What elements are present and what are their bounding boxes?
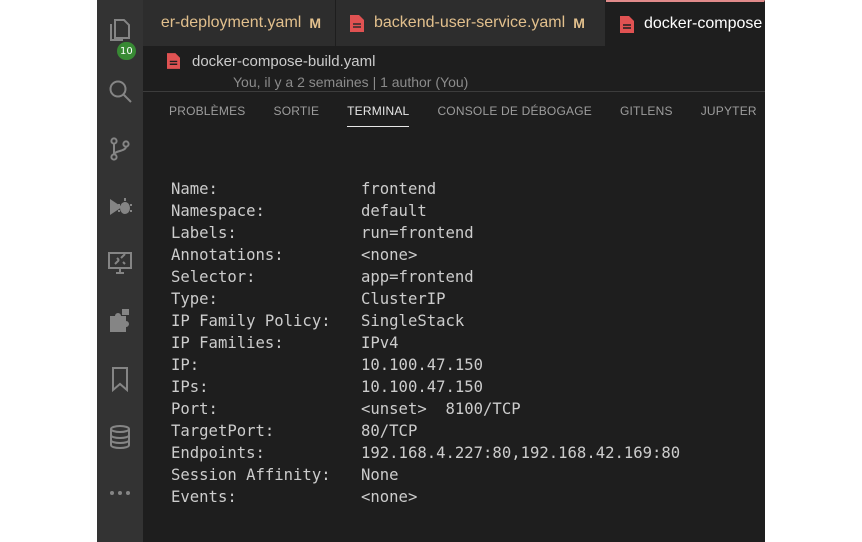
field-value: <none>: [361, 246, 418, 264]
terminal-line: IP Family Policy: SingleStack: [171, 310, 680, 332]
tab-jupyter[interactable]: JUPYTER: [701, 92, 757, 130]
tab-debug-console[interactable]: CONSOLE DE DÉBOGAGE: [437, 92, 592, 130]
field-key: Selector:: [171, 268, 256, 286]
yaml-file-icon: [167, 53, 180, 69]
field-key: TargetPort:: [171, 422, 275, 440]
bottom-panel: PROBLÈMES SORTIE TERMINAL CONSOLE DE DÉB…: [143, 91, 765, 542]
field-value: 10.100.47.150: [361, 356, 484, 374]
field-value: app=frontend: [361, 268, 474, 286]
bookmarks-button[interactable]: [97, 357, 143, 401]
field-value: 80/TCP: [361, 422, 418, 440]
terminal-line: Namespace: default: [171, 200, 680, 222]
field-key: IP:: [171, 356, 200, 374]
run-debug-icon: [110, 198, 132, 215]
search-button[interactable]: [97, 69, 143, 113]
tab-label: backend-user-service.yaml: [374, 14, 566, 31]
explorer-button[interactable]: 10: [97, 8, 143, 60]
editor-tabs-bar: er-deployment.yaml M backend-user-servic…: [143, 0, 765, 46]
field-key: Type:: [171, 290, 218, 308]
editor-tab-backend-user-service[interactable]: backend-user-service.yaml M: [336, 0, 606, 46]
editor-tab-deployment[interactable]: er-deployment.yaml M: [143, 0, 336, 46]
tab-terminal[interactable]: TERMINAL: [347, 92, 410, 130]
tab-label: er-deployment.yaml: [160, 14, 302, 31]
source-control-button[interactable]: [97, 127, 143, 171]
field-value: frontend: [361, 180, 437, 198]
field-key: Annotations:: [171, 246, 284, 264]
source-control-icon: [110, 137, 130, 161]
tab-problems[interactable]: PROBLÈMES: [169, 92, 246, 130]
terminal-line: Selector: app=frontend: [171, 266, 680, 288]
field-key: Endpoints:: [171, 444, 265, 462]
database-icon: [110, 425, 130, 449]
field-value: default: [361, 202, 427, 220]
terminal-line: Port: <unset> 8100/TCP: [171, 398, 680, 420]
field-key: Port:: [171, 400, 218, 418]
activity-bar: 10: [97, 0, 143, 542]
extensions-button[interactable]: [97, 298, 143, 342]
terminal-line: IP: 10.100.47.150: [171, 354, 680, 376]
yaml-file-icon: [620, 15, 634, 33]
terminal-line: Session Affinity: None: [171, 464, 680, 486]
terminal-line: Name: frontend: [171, 178, 680, 200]
terminal-line: Events: <none>: [171, 486, 680, 508]
field-value: None: [361, 466, 399, 484]
field-value: 10.100.47.150: [361, 378, 484, 396]
field-key: Name:: [171, 180, 218, 198]
field-value: run=frontend: [361, 224, 474, 242]
field-value: <none>: [361, 488, 418, 506]
more-button[interactable]: [97, 471, 143, 515]
extensions-icon: [110, 309, 129, 332]
panel-tabs: PROBLÈMES SORTIE TERMINAL CONSOLE DE DÉB…: [143, 92, 757, 130]
field-key: IP Families:: [171, 334, 284, 352]
tab-gitlens[interactable]: GITLENS: [620, 92, 673, 130]
field-value: SingleStack: [361, 312, 465, 330]
field-key: Namespace:: [171, 202, 265, 220]
explorer-badge: 10: [117, 42, 136, 60]
terminal-line: IP Families: IPv4: [171, 332, 680, 354]
remote-explorer-button[interactable]: [97, 241, 143, 285]
field-key: Session Affinity:: [171, 466, 331, 484]
run-debug-button[interactable]: [97, 184, 143, 228]
vscode-window: 10 er-deployment.yaml M backend-user-ser…: [97, 0, 765, 542]
database-button[interactable]: [97, 415, 143, 459]
terminal-line: Annotations: <none>: [171, 244, 680, 266]
bookmarks-icon: [112, 367, 128, 392]
terminal-line: TargetPort: 80/TCP: [171, 420, 680, 442]
field-key: Events:: [171, 488, 237, 506]
field-key: IP Family Policy:: [171, 312, 331, 330]
more-icon: [110, 491, 130, 495]
field-key: IPs:: [171, 378, 209, 396]
breadcrumb-file-label: docker-compose-build.yaml: [192, 52, 376, 70]
field-value: 192.168.4.227:80,192.168.42.169:80: [361, 444, 681, 462]
field-value: IPv4: [361, 334, 399, 352]
modified-indicator: M: [309, 15, 321, 31]
yaml-file-icon: [350, 14, 364, 32]
terminal-line: Labels: run=frontend: [171, 222, 680, 244]
field-value: <unset> 8100/TCP: [361, 400, 521, 418]
search-icon: [109, 80, 132, 103]
terminal-output[interactable]: Name: frontend Namespace: default Labels: r…: [171, 178, 680, 508]
explorer-icon: [110, 19, 130, 41]
field-key: Labels:: [171, 224, 237, 242]
tab-output[interactable]: SORTIE: [274, 92, 320, 130]
git-blame-annotation[interactable]: You, il y a 2 semaines | 1 author (You): [233, 74, 468, 90]
breadcrumb[interactable]: docker-compose-build.yaml: [167, 49, 375, 73]
remote-explorer-icon: [108, 252, 132, 274]
modified-indicator: M: [573, 15, 585, 31]
terminal-line: Endpoints: 192.168.4.227:80,192.168.42.16…: [171, 442, 680, 464]
field-value: ClusterIP: [361, 290, 446, 308]
terminal-line: IPs: 10.100.47.150: [171, 376, 680, 398]
editor-tab-docker-compose[interactable]: docker-compose: [606, 0, 765, 46]
terminal-line: Type: ClusterIP: [171, 288, 680, 310]
tab-label: docker-compose: [644, 15, 763, 32]
